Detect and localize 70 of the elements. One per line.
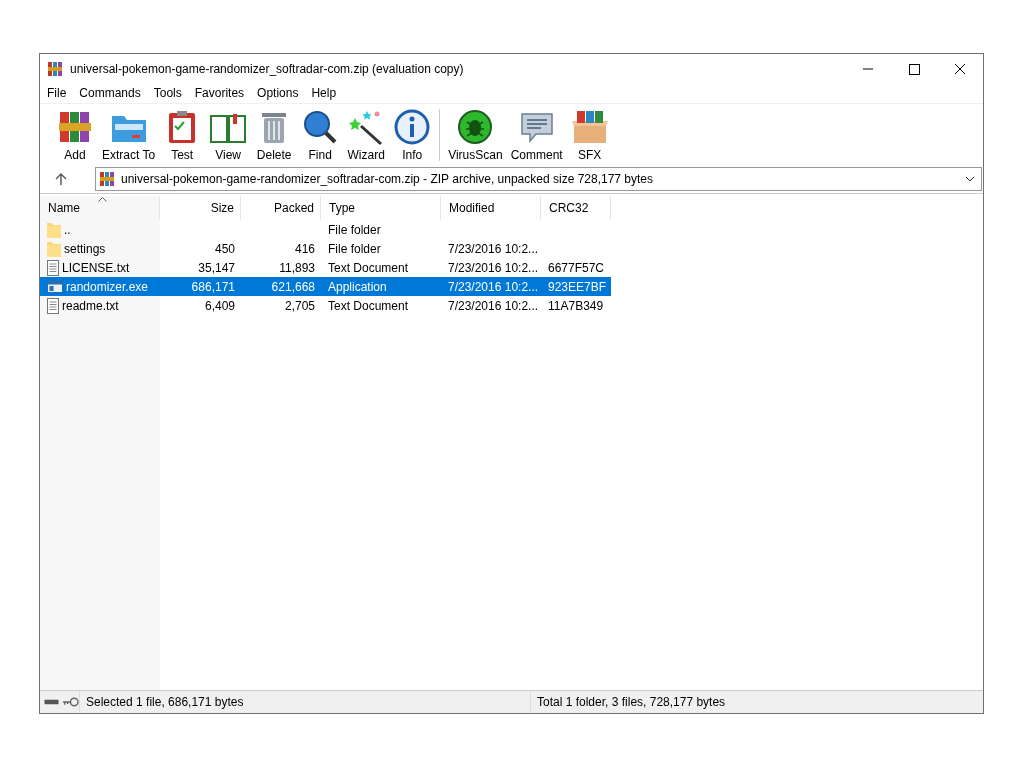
menu-item[interactable]: Options	[257, 86, 299, 100]
info-icon	[393, 108, 432, 146]
table-cell: 6,409	[204, 298, 235, 313]
toolbar-button[interactable]: Extract To	[98, 108, 160, 162]
toolbar-button[interactable]: View	[205, 108, 252, 162]
table-cell: LICENSE.txt	[62, 260, 130, 275]
file-row[interactable]: .. File folder	[40, 220, 611, 239]
file-row[interactable]: LICENSE.txt 35,147 11,893 Text Document 7/23/2016 10:2... 6677F57C	[40, 258, 611, 277]
table-cell: 7/23/2016 10:2...	[448, 279, 539, 294]
table-cell: File folder	[328, 222, 381, 237]
menu-item[interactable]: File	[47, 86, 67, 100]
table-cell: Text Document	[328, 298, 409, 313]
application-icon	[47, 280, 63, 293]
key-icon	[62, 697, 79, 707]
table-cell: 7/23/2016 10:2...	[448, 260, 539, 275]
window-title: universal-pokemon-game-randomizer_softradar-com.zip (evaluation copy)	[70, 61, 465, 76]
table-cell: ..	[64, 222, 71, 237]
table-cell: 686,171	[191, 279, 235, 294]
toolbar-button[interactable]: Find	[297, 108, 344, 162]
toolbar-button[interactable]: Delete	[251, 108, 298, 162]
toolbar-button[interactable]: Add	[52, 108, 98, 162]
menu-item[interactable]: Commands	[79, 86, 141, 100]
column-header[interactable]: Size	[160, 196, 241, 220]
column-header[interactable]: CRC32	[541, 196, 611, 220]
table-cell: Text Document	[328, 260, 409, 275]
table-cell: 7/23/2016 10:2...	[448, 241, 539, 256]
up-arrow-icon[interactable]	[54, 172, 68, 186]
books-icon	[99, 171, 115, 187]
toolbar-button[interactable]: Wizard	[343, 108, 390, 162]
column-header[interactable]: Name	[40, 196, 160, 220]
column-header[interactable]: Type	[321, 196, 441, 220]
toolbar-button[interactable]: VirusScan	[444, 108, 507, 162]
table-cell: 2,705	[284, 298, 315, 313]
drive-icon	[44, 698, 60, 706]
text-file-icon	[47, 297, 59, 314]
table-cell: Application	[328, 279, 387, 294]
toolbar-button[interactable]: Test	[159, 108, 206, 162]
table-cell: 621,668	[271, 279, 315, 294]
table-cell: 6677F57C	[548, 260, 605, 275]
file-row[interactable]: readme.txt 6,409 2,705 Text Document 7/23/2016 10:2... 11A7B349	[40, 296, 611, 315]
table-cell: 11,893	[279, 260, 315, 275]
sort-caret-icon	[98, 197, 107, 202]
bug-icon	[456, 108, 495, 146]
table-cell: readme.txt	[62, 298, 119, 313]
dropdown-caret-icon[interactable]	[965, 176, 975, 182]
books-icon	[47, 60, 63, 77]
address-field[interactable]: universal-pokemon-game-randomizer_softradar-com.zip - ZIP archive, unpacked size 728,177 bytes	[95, 167, 982, 191]
table-cell: 35,147	[198, 260, 235, 275]
table-cell: 7/23/2016 10:2...	[448, 298, 539, 313]
box-icon	[570, 108, 609, 146]
table-cell: randomizer.exe	[66, 279, 149, 294]
status-text: Total 1 folder, 3 files, 728,177 bytes	[536, 694, 727, 711]
column-header[interactable]: Packed	[241, 196, 321, 220]
menu-item[interactable]: Tools	[153, 86, 182, 100]
file-row[interactable]: randomizer.exe 686,171 621,668 Application 7/23/2016 10:2... 923EE7BF	[40, 277, 611, 296]
text-file-icon	[47, 259, 59, 276]
status-text: Selected 1 file, 686,171 bytes	[80, 691, 531, 713]
table-cell: 416	[294, 241, 315, 256]
table-cell: File folder	[328, 241, 381, 256]
column-header[interactable]: Modified	[441, 196, 541, 220]
file-row[interactable]: settings 450 416 File folder 7/23/2016 10:2...	[40, 239, 611, 258]
toolbar-button[interactable]: Comment	[506, 108, 567, 162]
table-cell: 11A7B349	[548, 298, 604, 313]
menu-item[interactable]: Favorites	[194, 86, 245, 100]
menu-item[interactable]: Help	[311, 86, 337, 100]
table-cell: settings	[64, 241, 106, 256]
table-cell: 450	[214, 241, 235, 256]
table-cell: 923EE7BF	[548, 279, 607, 294]
toolbar-button[interactable]: Info	[389, 108, 436, 162]
toolbar-button[interactable]: SFX	[566, 108, 613, 162]
